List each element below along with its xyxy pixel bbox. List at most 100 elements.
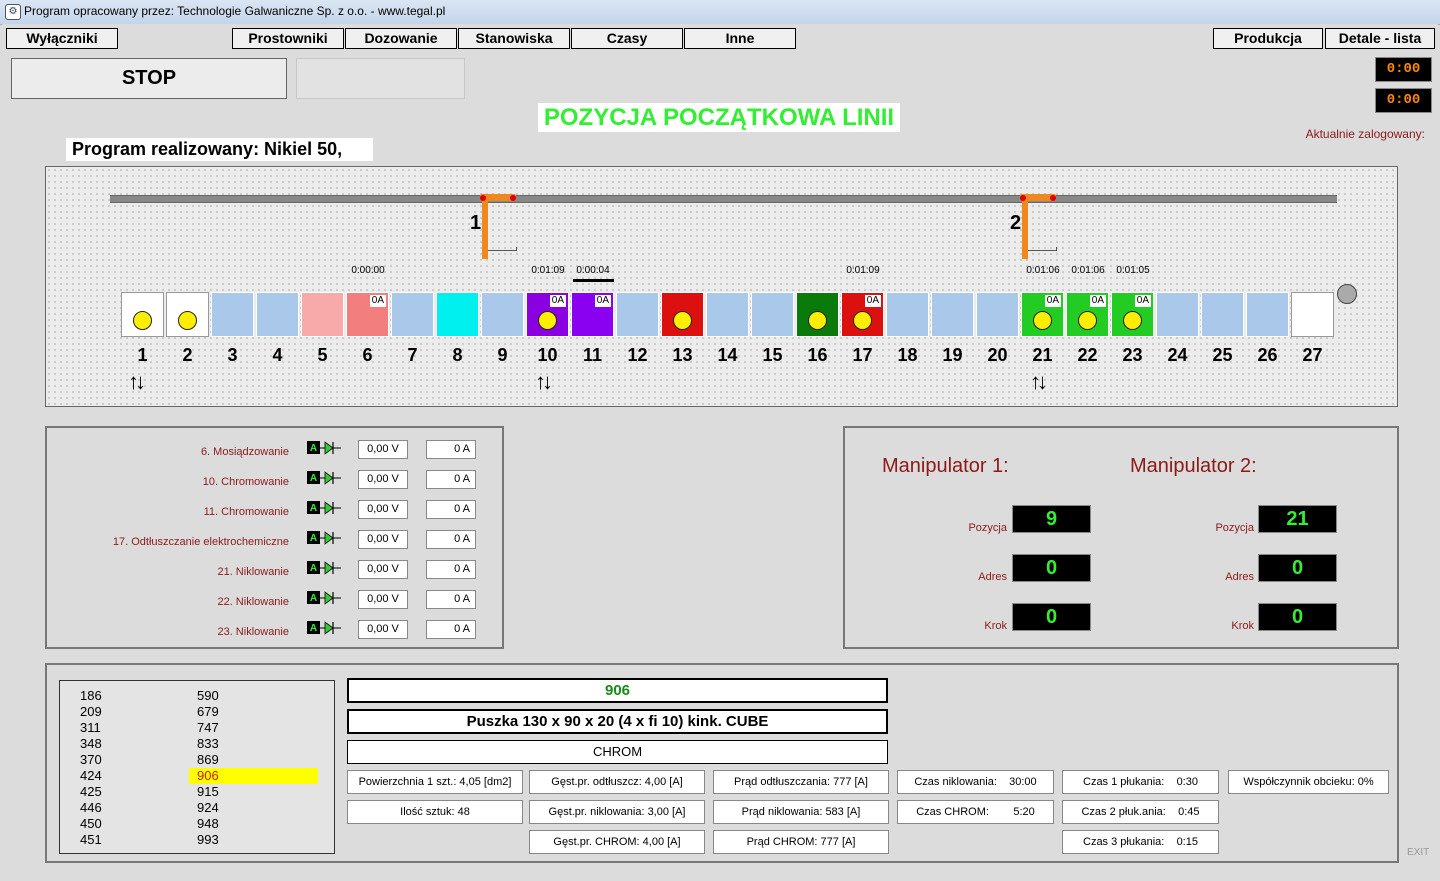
crane-2-position-arrows: ↑↓ <box>1030 369 1048 394</box>
rectifier-status-icon[interactable]: A <box>307 470 341 491</box>
manipulators-panel: Manipulator 1: Manipulator 2: Pozycja 9 … <box>843 426 1399 649</box>
tank-10[interactable]: 0A <box>526 292 569 337</box>
list-item[interactable]: 450 <box>80 816 102 832</box>
tank-current: 0A <box>1134 295 1151 307</box>
tank-27[interactable] <box>1291 292 1334 337</box>
rectifier-status-icon[interactable]: A <box>307 440 341 461</box>
list-item[interactable]: 833 <box>197 736 318 752</box>
crane-1-wheel-right <box>510 195 516 201</box>
list-item[interactable]: 209 <box>80 704 102 720</box>
rectifier-status-icon[interactable]: A <box>307 500 341 521</box>
tank-22[interactable]: 0A <box>1066 292 1109 337</box>
detail-present-icon <box>1033 311 1052 330</box>
detail-present-icon <box>178 311 197 330</box>
detail-list[interactable]: 186 590 209 679 311 747 348 833 370 869 424 906 425 9… <box>59 680 335 854</box>
tank-26[interactable] <box>1246 292 1289 337</box>
list-item[interactable]: 424 <box>80 768 102 784</box>
wylaczniki-button[interactable]: Wyłączniki <box>6 28 118 49</box>
tank-number: 11 <box>582 345 603 365</box>
list-item[interactable]: 311 <box>80 720 101 736</box>
czasy-button[interactable]: Czasy <box>571 28 683 49</box>
prad-niklowania-field: Prąd niklowania: 583 [A] <box>713 800 889 824</box>
detail-present-icon <box>133 311 152 330</box>
prostowniki-button[interactable]: Prostowniki <box>232 28 344 49</box>
tank-11[interactable]: 0A <box>571 292 614 337</box>
tank-8[interactable] <box>436 292 479 337</box>
rectifier-status-icon[interactable]: A <box>307 620 341 641</box>
tank-20[interactable] <box>976 292 1019 337</box>
list-item-selected[interactable]: 906 <box>189 768 318 784</box>
tank-timer: 0:01:09 <box>846 265 880 276</box>
tank-2[interactable] <box>166 292 209 337</box>
rectifier-voltage: 0,00 V <box>358 440 408 459</box>
list-item[interactable]: 446 <box>80 800 102 816</box>
tank-14[interactable] <box>706 292 749 337</box>
list-item[interactable]: 869 <box>197 752 318 768</box>
list-item[interactable]: 425 <box>80 784 102 800</box>
tank-number: 20 <box>987 345 1008 365</box>
stop-button[interactable]: STOP <box>11 58 287 99</box>
czas-chrom-field: Czas CHROM: 5:20 <box>897 800 1054 824</box>
tank-1[interactable] <box>121 292 164 337</box>
czas-chrom-value: 5:20 <box>1013 806 1035 818</box>
tank-12[interactable] <box>616 292 659 337</box>
tank-18[interactable] <box>886 292 929 337</box>
czas-2-label: Czas 2 płuk.ania: <box>1081 806 1166 818</box>
list-item[interactable]: 915 <box>197 784 318 800</box>
tank-3[interactable] <box>211 292 254 337</box>
rectifier-status-icon[interactable]: A <box>307 560 341 581</box>
list-item[interactable]: 186 <box>80 688 102 704</box>
tank-21[interactable]: 0A <box>1021 292 1064 337</box>
tank-15[interactable] <box>751 292 794 337</box>
tank-23[interactable]: 0A <box>1111 292 1154 337</box>
detale-lista-button[interactable]: Detale - lista <box>1325 28 1435 49</box>
rectifier-status-icon[interactable]: A <box>307 530 341 551</box>
tank-5[interactable] <box>301 292 344 337</box>
list-item[interactable]: 451 <box>80 832 102 848</box>
tank-current: 0A <box>369 295 386 307</box>
line-position-status: POZYCJA POCZĄTKOWA LINII <box>538 103 900 132</box>
list-item[interactable]: 370 <box>80 752 102 768</box>
tank-13[interactable] <box>661 292 704 337</box>
list-item[interactable]: 948 <box>197 816 318 832</box>
detail-number: 906 <box>347 678 888 703</box>
rectifier-label: 22. Niklowanie <box>217 596 289 608</box>
app-icon: ⚙ <box>5 4 21 20</box>
list-item[interactable]: 348 <box>80 736 102 752</box>
rectifier-status-icon[interactable]: A <box>307 590 341 611</box>
tank-16[interactable] <box>796 292 839 337</box>
czas-1-label: Czas 1 płukania: <box>1083 776 1165 788</box>
list-item[interactable]: 747 <box>197 720 318 736</box>
tank-25[interactable] <box>1201 292 1244 337</box>
tank-timer: 0:01:05 <box>1116 265 1150 276</box>
tank-7[interactable] <box>391 292 434 337</box>
m2-pozycja-label: Pozycja <box>1215 522 1254 534</box>
list-item[interactable]: 679 <box>197 704 318 720</box>
detail-name: Puszka 130 x 90 x 20 (4 x fi 10) kink. C… <box>347 709 888 734</box>
exit-button[interactable]: EXIT <box>1407 847 1429 858</box>
tank-current: 0A <box>1089 295 1106 307</box>
tank-19[interactable] <box>931 292 974 337</box>
end-indicator-icon <box>1337 284 1357 304</box>
list-item[interactable]: 590 <box>197 688 318 704</box>
dozowanie-button[interactable]: Dozowanie <box>345 28 457 49</box>
crane-2-label: 2 <box>1010 212 1022 234</box>
list-item[interactable]: 993 <box>197 832 318 848</box>
czas-3-plukania-field: Czas 3 płukania: 0:15 <box>1062 830 1219 854</box>
m1-pozycja-label: Pozycja <box>968 522 1007 534</box>
tank-6[interactable]: 0A <box>346 292 389 337</box>
tank-number: 27 <box>1302 345 1323 365</box>
line-visualization: 1 2 1 2 3 4 5 0A 6 0:00:00 7 8 9 0A 10 0:01:09 0A 11 0:0… <box>45 166 1398 407</box>
tank-17[interactable]: 0A <box>841 292 884 337</box>
tank-4[interactable] <box>256 292 299 337</box>
tank-9[interactable] <box>481 292 524 337</box>
m2-krok-label: Krok <box>1231 620 1254 632</box>
rectifier-voltage: 0,00 V <box>358 560 408 579</box>
tank-24[interactable] <box>1156 292 1199 337</box>
program-label: Program realizowany: Nikiel 50, <box>66 138 373 161</box>
list-item[interactable]: 924 <box>197 800 318 816</box>
stanowiska-button[interactable]: Stanowiska <box>458 28 570 49</box>
rectifier-label: 21. Niklowanie <box>217 566 289 578</box>
produkcja-button[interactable]: Produkcja <box>1213 28 1323 49</box>
inne-button[interactable]: Inne <box>684 28 796 49</box>
